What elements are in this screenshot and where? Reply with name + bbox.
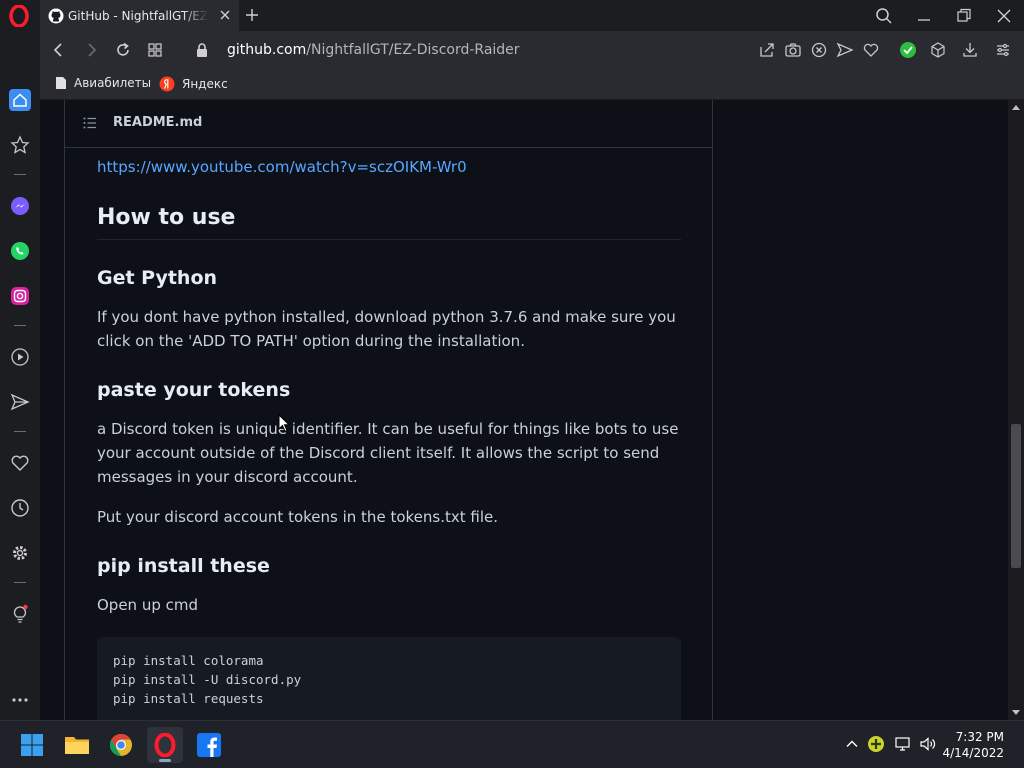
sidebar-separator [14,582,26,583]
network-icon[interactable] [894,735,912,753]
tray-app-icon[interactable] [867,735,885,753]
paragraph-open-cmd: Open up cmd [97,596,199,614]
github-icon [48,8,64,23]
tab-grid-icon[interactable] [146,41,164,59]
new-tab-icon[interactable] [244,7,260,23]
sidebar-separator [14,325,26,326]
readme-filename: README.md [113,115,203,130]
youtube-link[interactable]: https://www.youtube.com/watch?v=sczOIKM-… [97,158,681,176]
yandex-icon [159,76,175,92]
scroll-down-icon[interactable] [1012,708,1020,716]
bookmark-heart-icon[interactable] [862,41,880,59]
vpn-check-icon[interactable] [899,41,917,59]
restore-icon[interactable] [954,6,974,26]
adblock-icon[interactable] [810,41,828,59]
list-icon[interactable] [82,115,98,131]
opera-logo-icon[interactable] [8,5,30,27]
download-icon[interactable] [961,41,979,59]
heading-get-python: Get Python [97,267,218,289]
facebook-icon[interactable] [191,727,227,763]
chevron-up-icon[interactable] [843,735,861,753]
messenger-icon[interactable] [9,195,31,217]
instagram-icon[interactable] [9,285,31,307]
heading-how-to-use: How to use [97,205,681,240]
start-icon[interactable] [14,727,50,763]
opera-icon[interactable] [147,727,183,763]
star-icon[interactable] [9,134,31,156]
tab-title: GitHub - NightfallGT/EZ-Discord-Raider [68,8,208,23]
opera-sidebar [0,31,40,720]
markdown-body: https://www.youtube.com/watch?v=sczOIKM-… [97,158,681,720]
tab-github[interactable]: GitHub - NightfallGT/EZ-Discord-Raider [40,0,239,31]
close-tab-icon[interactable] [218,8,232,22]
bookmark-yandex[interactable]: Яндекс [159,76,228,92]
file-explorer-icon[interactable] [59,727,95,763]
web-page: README.md https://www.youtube.com/watch?… [40,100,1008,720]
extensions-cube-icon[interactable] [929,41,947,59]
lock-icon[interactable] [193,41,211,59]
clock-date: 4/14/2022 [942,746,1004,760]
heart-icon[interactable] [9,452,31,474]
chrome-icon[interactable] [103,727,139,763]
tab-bar: GitHub - NightfallGT/EZ-Discord-Raider [0,0,1024,31]
search-tabs-icon[interactable] [874,6,894,26]
bookmark-aviabilety[interactable]: Авиабилеты [55,76,151,90]
url-path: /NightfallGT/EZ-Discord-Raider [306,42,520,58]
lightbulb-icon[interactable] [9,603,31,625]
address-bar: github.com/NightfallGT/EZ-Discord-Raider [40,31,1024,69]
scroll-up-icon[interactable] [1012,104,1020,112]
code-block[interactable]: pip install colorama pip install -U disc… [97,637,681,720]
more-icon[interactable] [9,688,31,710]
system-clock[interactable]: 7:32 PM 4/14/2022 [942,729,1004,761]
back-icon[interactable] [50,41,68,59]
clock-time: 7:32 PM [955,730,1004,744]
bookmark-label: Яндекс [182,77,228,91]
home-icon[interactable] [9,89,31,111]
volume-icon[interactable] [919,735,937,753]
readme-header: README.md [65,100,712,148]
forward-icon[interactable] [82,41,100,59]
page-icon [56,77,66,89]
code-line: pip install -U discord.py [113,672,302,687]
paragraph-token-file: Put your discord account tokens in the t… [97,508,498,526]
whatsapp-icon[interactable] [9,240,31,262]
windows-taskbar: 7:32 PM 4/14/2022 [0,720,1024,768]
paragraph-get-python: If you dont have python installed, downl… [97,308,676,350]
share-icon[interactable] [758,41,776,59]
scroll-thumb[interactable] [1011,424,1021,568]
paragraph-token-description: a Discord token is unique identifier. It… [97,420,679,486]
history-icon[interactable] [9,497,31,519]
mouse-cursor-icon [278,414,290,433]
code-line: pip install colorama [113,653,264,668]
sidebar-separator [14,174,26,175]
heading-pip-install: pip install these [97,555,270,577]
settings-icon[interactable] [9,542,31,564]
bookmarks-bar: Авиабилеты Яндекс [40,69,1024,100]
reload-icon[interactable] [114,41,132,59]
player-icon[interactable] [9,346,31,368]
send-arrow-icon[interactable] [836,41,854,59]
url-domain: github.com [227,42,307,58]
camera-icon[interactable] [784,41,802,59]
sidebar-separator [14,431,26,432]
page-scrollbar[interactable] [1008,100,1024,720]
bookmark-label: Авиабилеты [74,76,152,90]
url-field[interactable]: github.com/NightfallGT/EZ-Discord-Raider [227,42,520,58]
close-window-icon[interactable] [994,6,1014,26]
readme-panel: README.md https://www.youtube.com/watch?… [64,100,713,720]
heading-paste-tokens: paste your tokens [97,379,291,401]
easy-setup-icon[interactable] [994,41,1012,59]
code-line: pip install requests [113,691,264,706]
minimize-icon[interactable] [914,6,934,26]
send-icon[interactable] [9,391,31,413]
